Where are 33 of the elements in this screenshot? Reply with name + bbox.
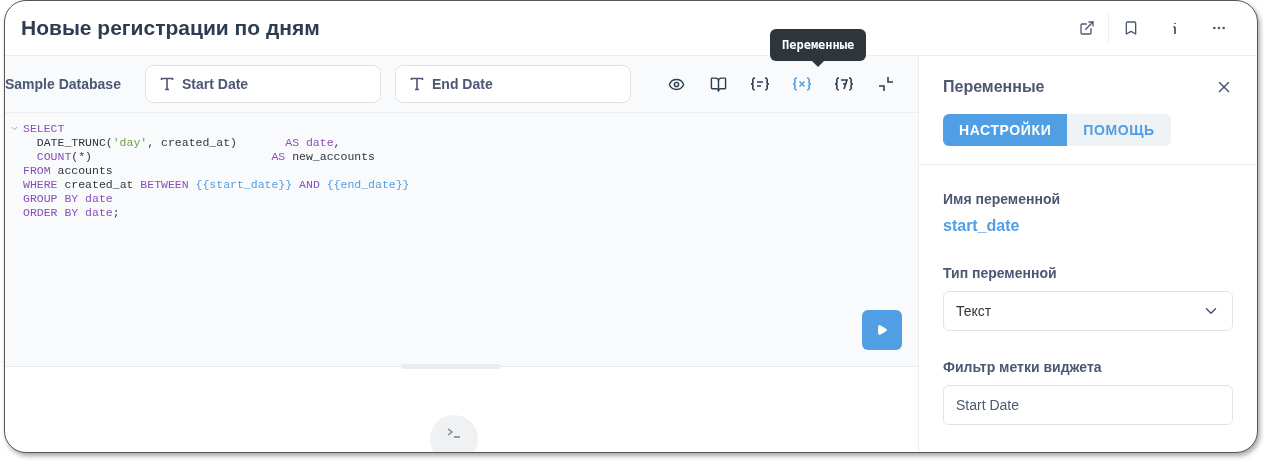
code-line: GROUP BY date: [23, 191, 113, 205]
collapse-icon: [878, 76, 894, 92]
terminal-icon: [447, 428, 461, 438]
code-line: WHERE created_at BETWEEN {{start_date}} AND {{end_date}}: [23, 177, 410, 191]
field-label: Имя переменной: [943, 191, 1062, 207]
text-type-icon: [160, 77, 174, 91]
code-line: SELECT: [23, 121, 65, 135]
input-field[interactable]: Start Date: [943, 385, 1233, 425]
function-icon: [834, 76, 854, 92]
code-editor[interactable]: SELECT DATE_TRUNC('day', created_at) AS date, COUNT(*) AS new_accounts FROM accounts WHERE created_at BETWEEN {{start_date}} AND {{end_date}} GROUP BY date ORDER BY date;: [5, 113, 918, 367]
variable-name: start_date: [943, 217, 1021, 235]
filter-widget[interactable]: Start Date: [145, 65, 381, 103]
play-icon: [876, 324, 888, 336]
tooltip-arrow: [812, 61, 825, 67]
panel-title: Переменные: [943, 78, 1045, 96]
text-type-icon: [410, 77, 424, 91]
code-line: DATE_TRUNC('day', created_at) AS date,: [35, 135, 341, 149]
code-line: ORDER BY date;: [23, 205, 120, 219]
resize-handle[interactable]: [401, 364, 501, 369]
snippet-icon: [750, 76, 770, 92]
database-name[interactable]: Sample Database: [5, 76, 145, 92]
bookmark-icon: [1123, 20, 1139, 36]
filter-widget[interactable]: End Date: [395, 65, 631, 103]
book-icon: [709, 75, 727, 93]
code-line: COUNT(*) AS new_accounts: [35, 149, 375, 163]
variable-icon: [792, 76, 812, 92]
field-label: Фильтр метки виджета: [943, 359, 1103, 375]
field-label: Тип переменной: [943, 265, 1058, 281]
run-button[interactable]: [862, 310, 902, 350]
type-select[interactable]: Текст: [943, 291, 1233, 331]
code-line: FROM accounts: [23, 163, 113, 177]
share-icon: [1078, 20, 1095, 36]
page-title: Новые регистрации по дням: [21, 16, 320, 40]
